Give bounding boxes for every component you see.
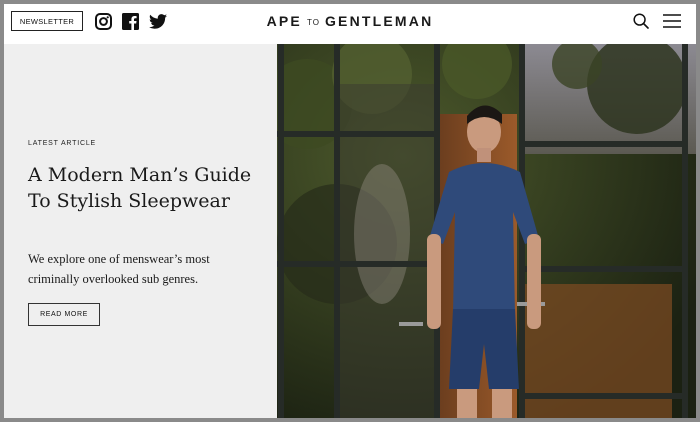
search-icon[interactable]: [633, 13, 649, 34]
hamburger-menu-icon[interactable]: [663, 14, 681, 33]
site-logo[interactable]: APE TO GENTLEMAN: [4, 13, 696, 29]
hero-photo[interactable]: [277, 44, 696, 418]
article-excerpt: We explore one of menswear’s most crimin…: [28, 252, 210, 286]
site-header: NEWSLETTER APE TO GENTLEMAN: [4, 4, 696, 45]
latest-article-label: LATEST ARTICLE: [28, 140, 96, 147]
article-title[interactable]: A Modern Man’s Guide To Stylish Sleepwea…: [28, 162, 268, 214]
read-more-button[interactable]: READ MORE: [28, 303, 100, 326]
page-frame: NEWSLETTER APE TO GENTLEMAN LATEST ARTIC…: [4, 4, 696, 418]
hero-text-panel: LATEST ARTICLE A Modern Man’s Guide To S…: [4, 44, 277, 418]
